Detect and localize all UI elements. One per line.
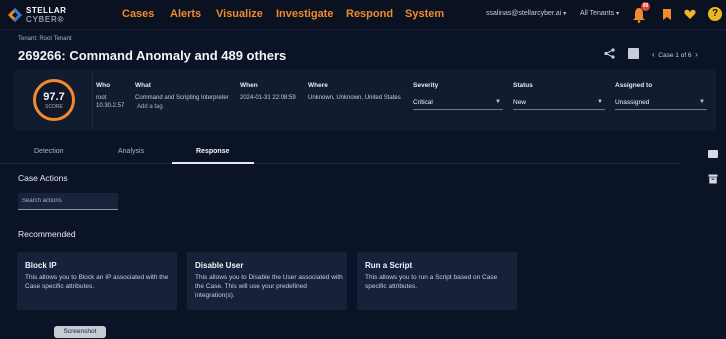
case-actions-title: Case Actions [18, 173, 68, 183]
active-tab-indicator [172, 162, 254, 164]
chevron-down-icon: ▼ [495, 99, 501, 105]
who-label: Who [96, 82, 111, 89]
user-email: ssalinas@stellarcyber.ai [486, 10, 562, 17]
chevron-down-icon: ▾ [616, 11, 620, 17]
brand-line2: CYBER® [26, 15, 65, 24]
action-card-run-script[interactable]: Run a Script This allows you to run a Sc… [357, 252, 517, 310]
severity-label: Severity [413, 82, 439, 89]
score-label: SCORE [45, 104, 63, 110]
who-user: root [96, 95, 107, 101]
add-tag-link[interactable]: Add a tag [137, 104, 163, 110]
user-menu[interactable]: ssalinas@stellarcyber.ai ▾ [486, 10, 566, 17]
heart-icon[interactable] [684, 9, 696, 20]
nav-cases[interactable]: Cases [122, 8, 154, 20]
chevron-down-icon: ▼ [699, 99, 705, 105]
where-value: Unknown, Unknown, United States [308, 95, 401, 101]
chat-icon[interactable] [708, 150, 718, 158]
assigned-value: Unassigned [615, 99, 650, 106]
nav-investigate[interactable]: Investigate [276, 8, 333, 20]
action-card-desc: This allows you to Disable the User asso… [195, 274, 343, 299]
page-title: 269266: Command Anomaly and 489 others [18, 48, 287, 63]
chevron-down-icon: ▼ [597, 99, 603, 105]
recommended-title: Recommended [18, 229, 76, 239]
what-label: What [135, 82, 151, 89]
action-card-disable-user[interactable]: Disable User This allows you to Disable … [187, 252, 347, 310]
logo-mark-icon [8, 8, 22, 22]
notification-badge: 99 [641, 2, 650, 11]
score-value: 97.7 [43, 91, 65, 103]
tab-response[interactable]: Response [196, 148, 229, 155]
nav-respond[interactable]: Respond [346, 8, 393, 20]
tenant-menu[interactable]: All Tenants ▾ [580, 10, 619, 17]
chevron-right-icon[interactable]: › [695, 50, 698, 59]
share-icon[interactable] [604, 48, 615, 59]
tenant-label: All Tenants [580, 10, 615, 17]
action-card-title: Run a Script [365, 261, 413, 270]
trash-icon[interactable] [708, 174, 718, 184]
action-card-desc: This allows you to run a Script based on… [365, 274, 498, 290]
tenant-breadcrumb: Tenant: Root Tenant [18, 36, 72, 42]
screenshot-tooltip: Screenshot [54, 326, 106, 338]
severity-value: Critical [413, 99, 433, 106]
when-label: When [240, 82, 258, 89]
nav-visualize[interactable]: Visualize [216, 8, 263, 20]
brand-line1: STELLAR [26, 6, 67, 15]
nav-system[interactable]: System [405, 8, 444, 20]
tab-analysis[interactable]: Analysis [118, 148, 144, 155]
score-gauge: 97.7 SCORE [33, 79, 75, 121]
help-icon[interactable]: ? [708, 7, 722, 21]
assignee-select[interactable]: Unassigned ▼ [615, 96, 707, 110]
top-nav: STELLAR CYBER® Cases Alerts Visualize In… [0, 0, 726, 30]
action-card-desc: This allows you to Block an IP associate… [25, 274, 169, 290]
status-label: Status [513, 82, 533, 89]
divider [92, 72, 93, 128]
bookmark-icon[interactable] [662, 8, 672, 21]
search-actions-box [18, 193, 118, 210]
search-actions-input[interactable] [22, 195, 114, 207]
case-pager: ‹ Case 1 of 6 › [652, 50, 698, 59]
stellar-cyber-logo[interactable]: STELLAR CYBER® [6, 4, 76, 26]
who-value: root 10.30.2.57 [96, 94, 124, 110]
image-icon[interactable] [628, 48, 639, 59]
assigned-label: Assigned to [615, 82, 653, 89]
case-tabs: Detection Analysis Response [0, 140, 680, 164]
case-summary-card: 97.7 SCORE Who root 10.30.2.57 What Comm… [14, 70, 716, 130]
where-label: Where [308, 82, 328, 89]
chevron-down-icon: ▾ [563, 11, 567, 17]
chevron-left-icon[interactable]: ‹ [652, 50, 655, 59]
nav-alerts[interactable]: Alerts [170, 8, 201, 20]
who-ip: 10.30.2.57 [96, 103, 125, 109]
pager-label: Case 1 of 6 [658, 52, 692, 59]
severity-select[interactable]: Critical ▼ [413, 96, 503, 110]
what-value: Command and Scripting Interpreter [135, 95, 229, 101]
action-card-block-ip[interactable]: Block IP This allows you to Block an IP … [17, 252, 177, 310]
status-select[interactable]: New ▼ [513, 96, 605, 110]
action-card-title: Disable User [195, 261, 244, 270]
status-value: New [513, 99, 527, 106]
when-value: 2024-01-31 22:08:59 [240, 95, 296, 101]
action-card-title: Block IP [25, 261, 57, 270]
tab-detection[interactable]: Detection [34, 148, 64, 155]
